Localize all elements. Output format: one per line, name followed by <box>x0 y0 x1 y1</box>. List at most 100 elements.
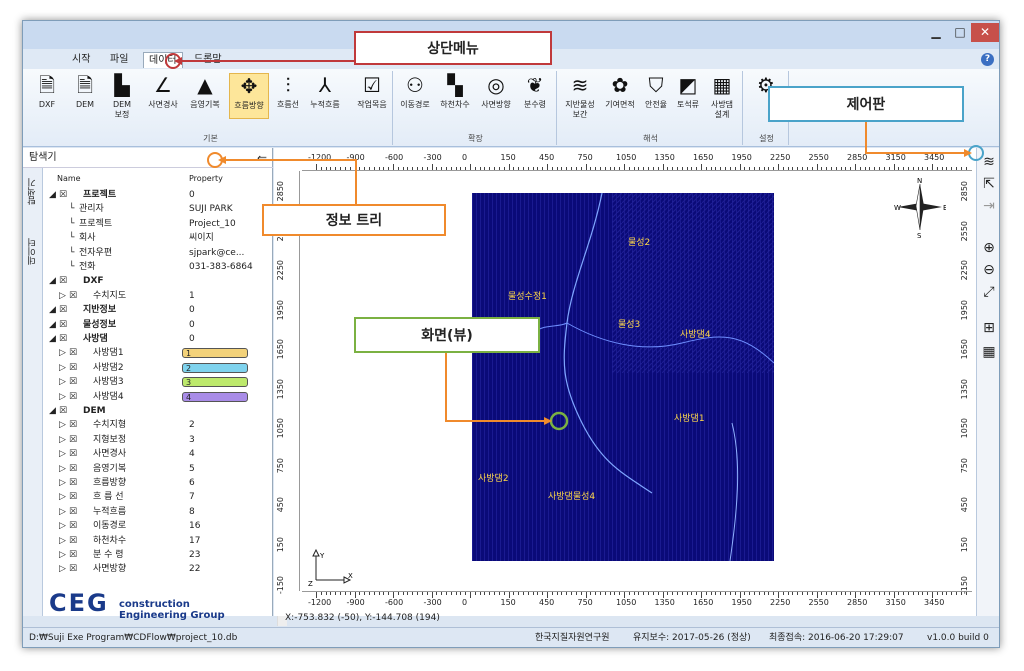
expand-arrow-icon[interactable]: ▷ <box>59 390 66 404</box>
checkbox[interactable]: ☒ <box>59 303 67 317</box>
expand-arrow-icon[interactable]: ◢ <box>49 332 56 346</box>
checkbox[interactable]: ☒ <box>69 346 77 360</box>
dxf-button[interactable]: 🗎 DXF <box>31 73 63 110</box>
layers-icon[interactable]: ≋ <box>981 154 997 170</box>
tree-row[interactable]: └ 전화 031-383-6864 <box>49 260 259 274</box>
grid-icon[interactable]: ▦ <box>981 344 997 360</box>
expand-arrow-icon[interactable]: ▷ <box>59 534 66 548</box>
expand-arrow-icon[interactable]: ▷ <box>59 476 66 490</box>
expand-arrow-icon[interactable]: ◢ <box>49 404 56 418</box>
tree-row[interactable]: ◢ ☒ 프로젝트 0 <box>49 188 259 202</box>
exit-icon[interactable]: ⇥ <box>981 198 997 214</box>
external-link-icon[interactable]: ⇱ <box>981 176 997 192</box>
tab-data[interactable]: 데이터 <box>143 52 183 68</box>
flow-direction-button[interactable]: ✥ 흐름방향 <box>229 73 269 119</box>
tree-row[interactable]: ▷ ☒ 흐름방향 6 <box>49 476 259 490</box>
expand-arrow-icon[interactable]: ▷ <box>59 375 66 389</box>
tree-row[interactable]: └ 관리자 SUJI PARK <box>49 202 259 216</box>
tree-row[interactable]: └ 전자우편 sjpark@ce... <box>49 246 259 260</box>
aspect-button[interactable]: ◎ 사면방향 <box>477 73 515 110</box>
tree-row[interactable]: ▷ ☒ 지형보정 3 <box>49 433 259 447</box>
checkbox[interactable]: ☒ <box>69 534 77 548</box>
checkbox[interactable]: ☒ <box>59 332 67 346</box>
checkbox[interactable]: ☒ <box>69 390 77 404</box>
tree-row[interactable]: ▷ ☒ 흐 름 선 7 <box>49 490 259 504</box>
expand-arrow-icon[interactable]: ▷ <box>59 346 66 360</box>
checkbox[interactable]: ☒ <box>69 519 77 533</box>
fit-extent-icon[interactable]: ⤢ <box>981 284 997 300</box>
expand-arrow-icon[interactable]: ▷ <box>59 447 66 461</box>
side-tab-explorer[interactable]: 탐색기 <box>26 178 40 205</box>
tree-row[interactable]: ▷ ☒ 사방댐4 4 <box>49 390 259 404</box>
expand-arrow-icon[interactable]: ◢ <box>49 274 56 288</box>
checkbox[interactable]: ☒ <box>59 318 67 332</box>
expand-arrow-icon[interactable]: ◢ <box>49 318 56 332</box>
expand-arrow-icon[interactable]: ◢ <box>49 188 56 202</box>
tree-row[interactable]: ▷ ☒ 수치지도 1 <box>49 289 259 303</box>
tree-row[interactable]: ▷ ☒ 사면경사 4 <box>49 447 259 461</box>
checkbox[interactable]: ☒ <box>69 433 77 447</box>
expand-arrow-icon[interactable]: ◢ <box>49 303 56 317</box>
checkbox[interactable]: ☒ <box>69 289 77 303</box>
close-button[interactable]: ✕ <box>971 23 999 42</box>
checkbox[interactable]: ☒ <box>69 447 77 461</box>
tree-row[interactable]: ▷ ☒ 음영기복 5 <box>49 462 259 476</box>
expand-arrow-icon[interactable]: ▷ <box>59 490 66 504</box>
help-icon[interactable]: ? <box>981 53 994 66</box>
tree-row[interactable]: ▷ ☒ 사방댐3 3 <box>49 375 259 389</box>
stream-order-button[interactable]: ▚ 하천차수 <box>437 73 473 110</box>
expand-arrow-icon[interactable]: ▷ <box>59 505 66 519</box>
checkbox[interactable]: ☒ <box>69 476 77 490</box>
safety-button[interactable]: ⛉ 안전율 <box>641 73 671 110</box>
debris-button[interactable]: ◩ 토석류 <box>673 73 703 110</box>
checkbox[interactable]: ☒ <box>59 188 67 202</box>
tab-file[interactable]: 파일 <box>105 52 133 68</box>
tree-row[interactable]: ◢ ☒ DXF <box>49 274 259 288</box>
tree-row[interactable]: ▷ ☒ 수치지형 2 <box>49 418 259 432</box>
expand-arrow-icon[interactable]: ▷ <box>59 433 66 447</box>
path-button[interactable]: ⚇ 이동경로 <box>397 73 433 110</box>
color-swatch[interactable]: 2 <box>182 362 248 373</box>
side-tab-data[interactable]: 데이터 <box>26 238 40 265</box>
tree-row[interactable]: ▷ ☒ 분 수 령 23 <box>49 548 259 562</box>
expand-arrow-icon[interactable]: ▷ <box>59 418 66 432</box>
tree-row[interactable]: ◢ ☒ DEM <box>49 404 259 418</box>
expand-arrow-icon[interactable]: ▷ <box>59 289 66 303</box>
tree-row[interactable]: ▷ ☒ 사면방향 22 <box>49 562 259 576</box>
tree-row[interactable]: ▷ ☒ 하천차수 17 <box>49 534 259 548</box>
checkbox[interactable]: ☒ <box>69 490 77 504</box>
expand-arrow-icon[interactable]: ▷ <box>59 462 66 476</box>
checkbox[interactable]: ☒ <box>69 548 77 562</box>
grid-globe-icon[interactable]: ⊞ <box>981 320 997 336</box>
dem-button[interactable]: 🗎 DEM <box>69 73 101 110</box>
expand-arrow-icon[interactable]: ▷ <box>59 519 66 533</box>
tree-row[interactable]: ▷ ☒ 누적흐름 8 <box>49 505 259 519</box>
checkbox[interactable]: ☒ <box>69 375 77 389</box>
expand-arrow-icon[interactable]: ▷ <box>59 361 66 375</box>
checkbox[interactable]: ☒ <box>59 274 67 288</box>
contribution-button[interactable]: ✿ 기여면적 <box>601 73 639 110</box>
color-swatch[interactable]: 4 <box>182 391 248 402</box>
tree-row[interactable]: ▷ ☒ 이동경로 16 <box>49 519 259 533</box>
tree-row[interactable]: ◢ ☒ 물성정보 0 <box>49 318 259 332</box>
collapse-arrow-icon[interactable]: ⇐ <box>257 151 267 165</box>
tab-home[interactable]: 시작 <box>67 52 95 68</box>
hillshade-button[interactable]: ▲ 음영기복 <box>185 73 225 110</box>
zoom-in-icon[interactable]: ⊕ <box>981 240 997 256</box>
expand-arrow-icon[interactable]: ▷ <box>59 548 66 562</box>
flow-line-button[interactable]: ⫶ 흐름선 <box>273 73 303 110</box>
color-swatch[interactable]: 1 <box>182 348 248 359</box>
expand-arrow-icon[interactable]: ▷ <box>59 562 66 576</box>
tree-row[interactable]: ◢ ☒ 사방댐 0 <box>49 332 259 346</box>
watershed-button[interactable]: ❦ 분수령 <box>519 73 551 110</box>
tab-help[interactable]: 드롭맘 <box>189 52 227 68</box>
dem-raster[interactable]: 물성2 물성수정1 물성3 사방댐4 사방댐1 사방댐2 사방댐물성4 <box>472 193 774 561</box>
tree-row[interactable]: ▷ ☒ 사방댐2 2 <box>49 361 259 375</box>
checkbox[interactable]: ☒ <box>69 361 77 375</box>
tree-row[interactable]: ◢ ☒ 지반정보 0 <box>49 303 259 317</box>
dem-correct-button[interactable]: ▙ DEM 보정 <box>105 73 139 120</box>
checkbox[interactable]: ☒ <box>69 462 77 476</box>
tree-row[interactable]: └ 프로젝트 Project_10 <box>49 217 259 231</box>
checkbox[interactable]: ☒ <box>69 418 77 432</box>
interpolation-button[interactable]: ≋ 지반물성 보간 <box>561 73 599 120</box>
